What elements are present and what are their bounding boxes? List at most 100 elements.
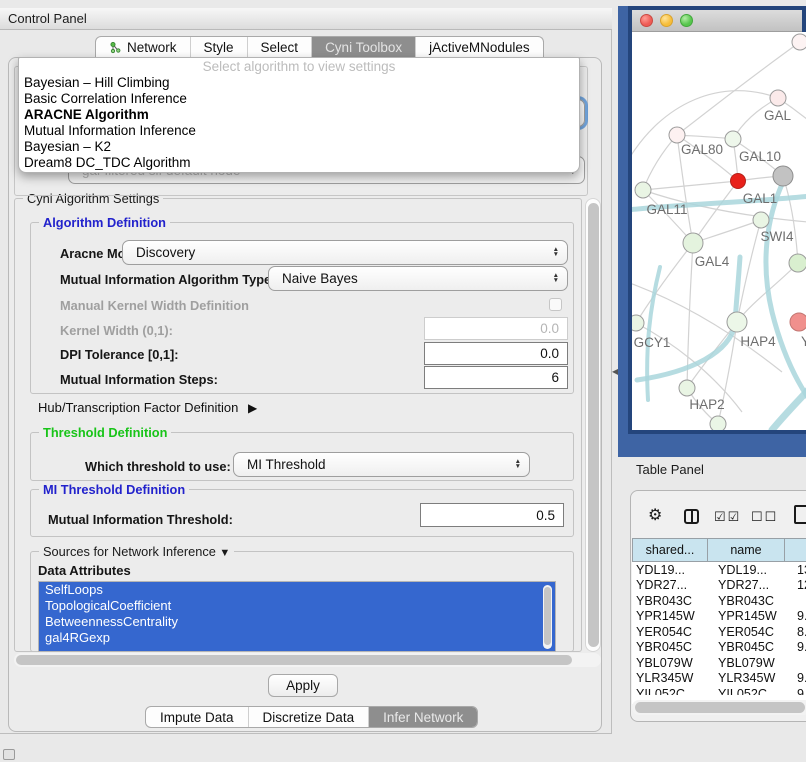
- list-item-betweennesscentrality[interactable]: BetweennessCentrality: [39, 614, 555, 630]
- network-canvas[interactable]: GAL GAL80 GAL10 GAL1 GAL11 SWI4 GAL4 GCY…: [632, 32, 806, 430]
- node-gal-top[interactable]: [770, 90, 786, 106]
- gear-icon[interactable]: ⚙: [648, 505, 662, 525]
- tab-network[interactable]: Network: [96, 37, 190, 58]
- control-panel-titlebar[interactable]: Control Panel: [0, 8, 612, 30]
- node-label: Y: [801, 334, 806, 349]
- apply-button[interactable]: Apply: [268, 674, 338, 697]
- table-hscrollbar[interactable]: [632, 700, 806, 715]
- mi-threshold-field[interactable]: 0.5: [420, 503, 564, 527]
- node-green-right[interactable]: [789, 254, 806, 272]
- node-label: GCY1: [634, 335, 671, 350]
- tab-style[interactable]: Style: [190, 37, 247, 58]
- list-item-partial[interactable]: [39, 646, 555, 652]
- tab-impute-data[interactable]: Impute Data: [146, 707, 248, 727]
- algorithm-definition-title: Algorithm Definition: [39, 215, 170, 230]
- table-hscrollbar-thumb[interactable]: [635, 702, 805, 713]
- mi-steps-label: Mutual Information Steps:: [60, 372, 218, 387]
- dpi-tolerance-field[interactable]: 0.0: [424, 342, 568, 365]
- list-vscrollbar-thumb[interactable]: [544, 587, 551, 645]
- table-cell: 9.: [782, 640, 806, 654]
- table-row[interactable]: YLR345WYLR345W9.: [632, 671, 806, 687]
- table-cell: YBL079W: [706, 656, 782, 670]
- table-row[interactable]: YER054CYER054C8.: [632, 624, 806, 640]
- table-row[interactable]: YBR045CYBR045C9.: [632, 640, 806, 656]
- node-swi4[interactable]: [753, 212, 769, 228]
- list-item-selfloops[interactable]: SelfLoops: [39, 582, 555, 598]
- tab-discretize-data[interactable]: Discretize Data: [248, 707, 369, 727]
- node-bottom[interactable]: [710, 416, 726, 430]
- table-cell: YPR145W: [706, 609, 782, 623]
- mi-algorithm-type-value: Naive Bayes: [282, 271, 358, 286]
- data-attributes-list[interactable]: SelfLoops TopologicalCoefficient Between…: [38, 581, 556, 652]
- table-panel-title: Table Panel: [636, 462, 704, 477]
- popup-item-bayesian-k2[interactable]: Bayesian – K2: [19, 139, 579, 155]
- expanded-arrow-icon[interactable]: ▼: [219, 547, 230, 559]
- settings-hscrollbar[interactable]: [14, 653, 601, 667]
- select-all-checkboxes-icon[interactable]: ☑☑: [714, 509, 741, 525]
- node-unnamed-top[interactable]: [792, 34, 806, 50]
- table-row[interactable]: YIL052CYIL052C9.: [632, 686, 806, 695]
- popup-item-mutual-information[interactable]: Mutual Information Inference: [19, 123, 579, 139]
- document-icon[interactable]: [794, 505, 806, 524]
- control-panel-tabbar: Network Style Select Cyni Toolbox jActiv…: [95, 36, 544, 58]
- node-label: HAP4: [740, 334, 776, 349]
- aracne-mode-combobox[interactable]: Discovery ▲▼: [122, 240, 568, 265]
- popup-item-dream8[interactable]: Dream8 DC_TDC Algorithm: [19, 155, 579, 171]
- popup-item-aracne[interactable]: ARACNE Algorithm: [19, 107, 579, 123]
- table-cell: 9.: [782, 671, 806, 685]
- kernel-width-field[interactable]: 0.0: [424, 317, 568, 340]
- popup-item-bayesian-hill-climbing[interactable]: Bayesian – Hill Climbing: [19, 75, 579, 91]
- node-gray[interactable]: [773, 166, 793, 186]
- split-columns-icon[interactable]: [684, 509, 699, 524]
- minimized-panel-icon[interactable]: [3, 749, 15, 760]
- table-row[interactable]: YPR145WYPR145W9.: [632, 609, 806, 625]
- node-gal1[interactable]: [731, 174, 746, 189]
- table-row[interactable]: YBL079WYBL079W: [632, 655, 806, 671]
- node-label: GAL1: [743, 191, 778, 206]
- table-row[interactable]: YBR043CYBR043C: [632, 593, 806, 609]
- deselect-all-checkboxes-icon[interactable]: ☐☐: [751, 509, 778, 525]
- network-window-titlebar[interactable]: [632, 10, 802, 32]
- node-hap2[interactable]: [679, 380, 695, 396]
- table-cell: YPR145W: [632, 609, 706, 623]
- popup-item-basic-correlation[interactable]: Basic Correlation Inference: [19, 91, 579, 107]
- settings-hscrollbar-thumb[interactable]: [16, 655, 572, 665]
- node-label: GAL80: [681, 142, 723, 157]
- minimize-window-icon[interactable]: [660, 14, 673, 27]
- tab-jactivemnodules[interactable]: jActiveMNodules: [415, 37, 543, 58]
- node-gal4[interactable]: [683, 233, 703, 253]
- zoom-window-icon[interactable]: [680, 14, 693, 27]
- tab-infer-network-label: Infer Network: [383, 710, 463, 725]
- node-hap4[interactable]: [727, 312, 747, 332]
- settings-vscrollbar-thumb[interactable]: [588, 203, 599, 647]
- algorithm-dropdown-popup: Select algorithm to view settings Bayesi…: [18, 57, 580, 173]
- close-window-icon[interactable]: [640, 14, 653, 27]
- column-header-shared[interactable]: shared...: [632, 538, 708, 562]
- column-header-cut[interactable]: [785, 538, 806, 562]
- settings-vscrollbar[interactable]: [585, 198, 601, 652]
- node-gcy1[interactable]: [632, 315, 644, 331]
- screen: Control Panel ✕ Network Style Select Cyn…: [0, 0, 806, 762]
- table-row[interactable]: YDL19...YDL19...13: [632, 562, 806, 578]
- hub-definition-toggle[interactable]: Hub/Transcription Factor Definition ▶: [38, 400, 257, 415]
- attribute-table: shared... name YDL19...YDL19...13 YDR27.…: [632, 538, 806, 704]
- mi-algorithm-type-combobox[interactable]: Naive Bayes ▲▼: [268, 266, 568, 291]
- list-item-gal4rgexp[interactable]: gal4RGexp: [39, 630, 555, 646]
- manual-kernel-width-checkbox[interactable]: [549, 298, 562, 311]
- tab-select[interactable]: Select: [247, 37, 312, 58]
- network-node-labels: GAL GAL80 GAL10 GAL1 GAL11 SWI4 GAL4 GCY…: [634, 108, 806, 412]
- column-header-name[interactable]: name: [708, 538, 785, 562]
- node-gal11[interactable]: [635, 182, 651, 198]
- node-gal80[interactable]: [669, 127, 685, 143]
- table-body[interactable]: YDL19...YDL19...13 YDR27...YDR27...12 YB…: [632, 562, 806, 704]
- list-vscrollbar[interactable]: [543, 585, 552, 649]
- which-threshold-combobox[interactable]: MI Threshold ▲▼: [233, 452, 530, 477]
- list-item-topologicalcoefficient[interactable]: TopologicalCoefficient: [39, 598, 555, 614]
- tab-infer-network[interactable]: Infer Network: [368, 707, 477, 727]
- tab-select-label: Select: [261, 40, 299, 55]
- table-row[interactable]: YDR27...YDR27...12: [632, 578, 806, 594]
- tab-cyni-toolbox[interactable]: Cyni Toolbox: [311, 37, 415, 58]
- node-gal10[interactable]: [725, 131, 741, 147]
- node-salmon[interactable]: [790, 313, 806, 331]
- mi-steps-field[interactable]: 6: [424, 366, 568, 389]
